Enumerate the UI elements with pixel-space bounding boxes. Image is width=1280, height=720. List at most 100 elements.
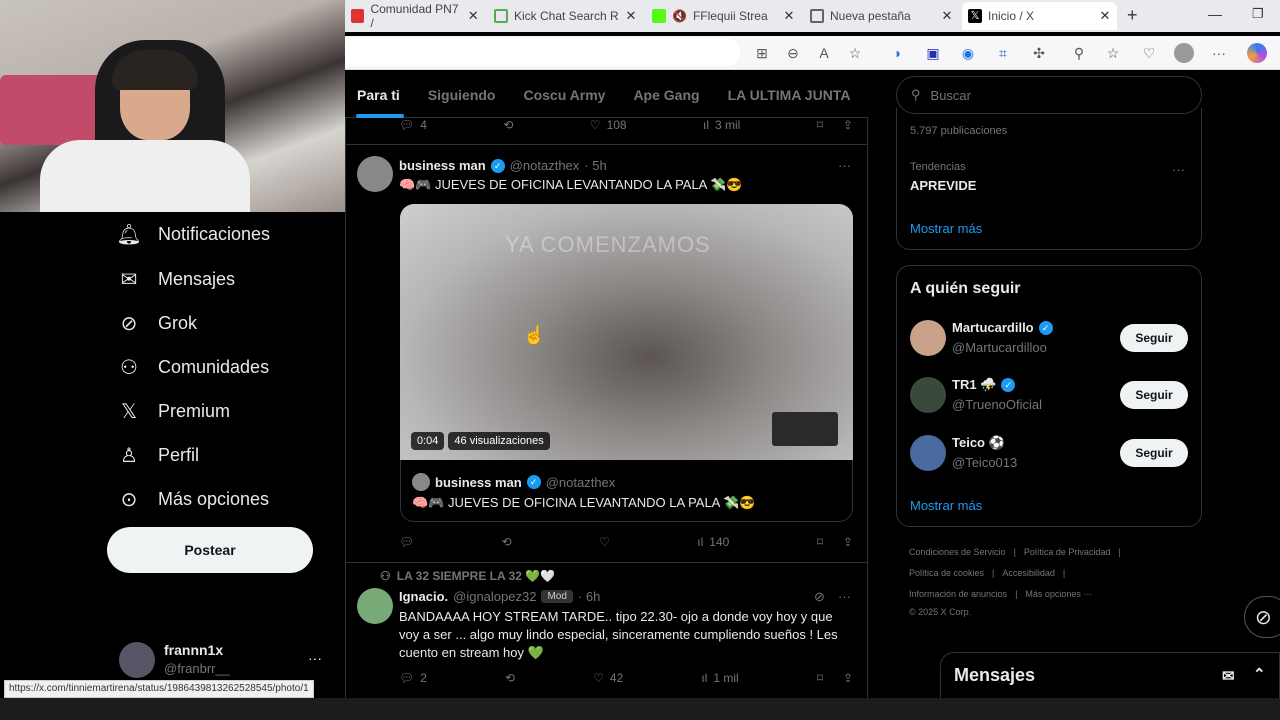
views-button[interactable]: ıl 1 mil xyxy=(701,671,738,685)
post-video[interactable]: YA COMENZAMOS 0:04 46 visualizaciones xyxy=(400,204,853,460)
messages-drawer[interactable]: Mensajes ✉ ⌃ xyxy=(940,652,1280,698)
footer-link[interactable]: Información de anuncios xyxy=(909,584,1007,605)
community-context[interactable]: ⚇ LA 32 SIEMPRE LA 32 💚🤍 xyxy=(380,569,555,583)
repost-button[interactable]: ⟲ xyxy=(505,671,515,685)
suggestion-name[interactable]: TR1 ⛈️ xyxy=(952,377,996,393)
new-tab-button[interactable]: + xyxy=(1127,5,1138,26)
footer-link[interactable]: Política de Privacidad xyxy=(1024,542,1111,563)
post-avatar[interactable] xyxy=(357,588,393,624)
follow-button[interactable]: Seguir xyxy=(1120,324,1188,352)
post-author-name[interactable]: business man xyxy=(399,158,486,173)
extensions-puzzle-icon[interactable]: ✣ xyxy=(1030,44,1048,62)
post-time[interactable]: · 6h xyxy=(578,589,600,604)
browser-essentials-icon[interactable]: ♡ xyxy=(1140,44,1158,62)
minimize-icon[interactable]: — xyxy=(1208,6,1222,22)
share-icon[interactable]: ⇪ xyxy=(843,671,853,685)
like-button[interactable]: ♡ 42 xyxy=(593,671,623,685)
post-author-handle[interactable]: @notazthex xyxy=(510,158,580,173)
trend-name[interactable]: APREVIDE xyxy=(910,178,976,193)
tab-ape-gang[interactable]: Ape Gang xyxy=(633,87,699,103)
maximize-icon[interactable]: ❐ xyxy=(1252,6,1264,22)
account-avatar[interactable] xyxy=(119,642,155,678)
show-more-suggestions-link[interactable]: Mostrar más xyxy=(910,498,982,513)
repost-button[interactable]: ⟲ xyxy=(503,118,513,132)
share-icon[interactable]: ⇪ xyxy=(843,118,853,132)
muted-speaker-icon[interactable]: 🔇 xyxy=(672,9,687,23)
views-button[interactable]: ıl 3 mil xyxy=(703,118,740,132)
reply-button[interactable]: 💬︎ xyxy=(399,535,414,549)
reply-button[interactable]: 💬︎ 2 xyxy=(399,671,427,685)
footer-link[interactable]: Política de cookies xyxy=(909,563,984,584)
suggestion-name[interactable]: Martucardillo xyxy=(952,320,1034,335)
extension-icon[interactable]: ▣ xyxy=(924,44,942,62)
share-icon[interactable]: ⇪ xyxy=(843,535,853,549)
bookmark-icon[interactable]: ⌑ xyxy=(817,671,823,685)
new-message-icon[interactable]: ✉ xyxy=(1222,667,1235,685)
zoom-icon[interactable]: ⊖ xyxy=(784,44,802,62)
like-button[interactable]: ♡ xyxy=(599,535,610,549)
post-more-icon[interactable]: ··· xyxy=(838,158,851,173)
close-icon[interactable]: ✕ xyxy=(625,8,637,24)
browser-tab[interactable]: Comunidad PN7 / ✕ xyxy=(345,2,485,30)
nav-profile[interactable]: ♙ Perfil xyxy=(118,440,199,470)
expand-icon[interactable]: ⌃ xyxy=(1253,665,1266,683)
account-name[interactable]: frannn1x xyxy=(164,642,223,658)
tab-following[interactable]: Siguiendo xyxy=(428,87,496,103)
tab-coscu-army[interactable]: Coscu Army xyxy=(523,87,605,103)
browser-tab[interactable]: Kick Chat Search R ✕ xyxy=(488,4,643,28)
nav-messages[interactable]: ✉ Mensajes xyxy=(118,264,235,294)
favorites-icon[interactable]: ☆ xyxy=(1104,44,1122,62)
reply-button[interactable]: 💬︎ 4 xyxy=(399,118,427,132)
follow-button[interactable]: Seguir xyxy=(1120,439,1188,467)
post-button[interactable]: Postear xyxy=(107,527,313,573)
screenshot-icon[interactable]: ⌗ xyxy=(994,44,1012,62)
tab-for-you[interactable]: Para ti xyxy=(357,87,400,103)
show-more-trends-link[interactable]: Mostrar más xyxy=(910,221,982,236)
post-author-name[interactable]: Ignacio. xyxy=(399,589,448,604)
bookmark-icon[interactable]: ⌑ xyxy=(817,535,823,549)
views-button[interactable]: ıl 140 xyxy=(697,535,729,549)
footer-link[interactable]: Condiciones de Servicio xyxy=(909,542,1006,563)
like-button[interactable]: ♡ 108 xyxy=(590,118,627,132)
account-more-icon[interactable]: ··· xyxy=(308,650,322,666)
read-aloud-icon[interactable]: A xyxy=(815,44,833,62)
post-more-icon[interactable]: ··· xyxy=(838,589,851,604)
footer-link[interactable]: Más opciones ··· xyxy=(1025,584,1092,605)
footer-link[interactable]: Accesibilidad xyxy=(1002,563,1055,584)
extension-icon[interactable]: ◗ xyxy=(889,44,907,62)
nav-communities[interactable]: ⚇ Comunidades xyxy=(118,352,269,382)
browser-tab[interactable]: 🔇 FFlequii Strea ✕ xyxy=(646,4,801,28)
copilot-icon[interactable] xyxy=(1247,43,1267,63)
tab-la-ultima-junta[interactable]: LA ULTIMA JUNTA xyxy=(728,87,851,103)
close-icon[interactable]: ✕ xyxy=(1099,8,1111,24)
address-bar[interactable] xyxy=(345,38,740,66)
nav-more[interactable]: ⊙ Más opciones xyxy=(118,484,269,514)
split-screen-icon[interactable]: ⚲ xyxy=(1070,44,1088,62)
grok-floating-icon[interactable]: ⊘ xyxy=(1244,596,1280,638)
bookmark-icon[interactable]: ⌑ xyxy=(817,118,823,132)
post-time[interactable]: · 5h xyxy=(584,158,606,173)
nav-notifications[interactable]: 🔔︎ Notificaciones xyxy=(116,219,270,249)
apps-icon[interactable]: ⊞ xyxy=(753,44,771,62)
profile-avatar[interactable] xyxy=(1174,43,1194,63)
repost-button[interactable]: ⟲ xyxy=(502,535,512,549)
nav-grok[interactable]: ⊘ Grok xyxy=(118,308,197,338)
grok-icon[interactable]: ⊘ xyxy=(814,589,825,605)
favorite-star-icon[interactable]: ☆ xyxy=(846,44,864,62)
close-icon[interactable]: ✕ xyxy=(467,8,479,24)
close-icon[interactable]: ✕ xyxy=(941,8,953,24)
browser-tab[interactable]: Nueva pestaña ✕ xyxy=(804,4,959,28)
suggestion-name[interactable]: Teico ⚽ xyxy=(952,435,1005,451)
extension-icon[interactable]: ◉ xyxy=(959,44,977,62)
trend-more-icon[interactable]: ··· xyxy=(1172,162,1185,177)
suggestion-avatar[interactable] xyxy=(910,320,946,356)
suggestion-avatar[interactable] xyxy=(910,435,946,471)
more-menu-icon[interactable]: ··· xyxy=(1210,44,1228,62)
browser-tab-active[interactable]: 𝕏 Inicio / X ✕ xyxy=(962,2,1117,30)
nav-premium[interactable]: 𝕏 Premium xyxy=(118,396,230,426)
quoted-post[interactable] xyxy=(400,460,853,522)
post-avatar[interactable] xyxy=(357,156,393,192)
post-author-handle[interactable]: @ignalopez32 xyxy=(453,589,536,604)
suggestion-avatar[interactable] xyxy=(910,377,946,413)
close-icon[interactable]: ✕ xyxy=(783,8,795,24)
